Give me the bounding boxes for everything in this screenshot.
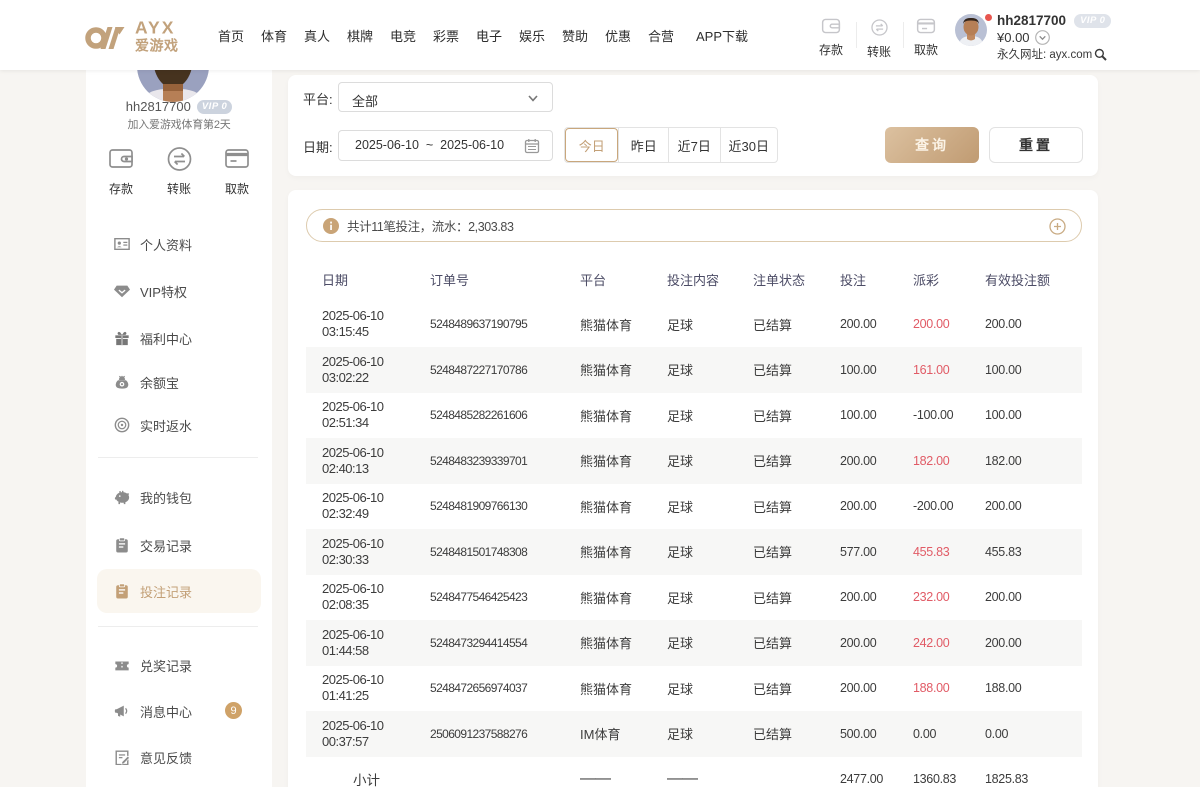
svg-text:爱游戏: 爱游戏 (135, 38, 179, 54)
svg-text:AYX: AYX (135, 18, 175, 38)
